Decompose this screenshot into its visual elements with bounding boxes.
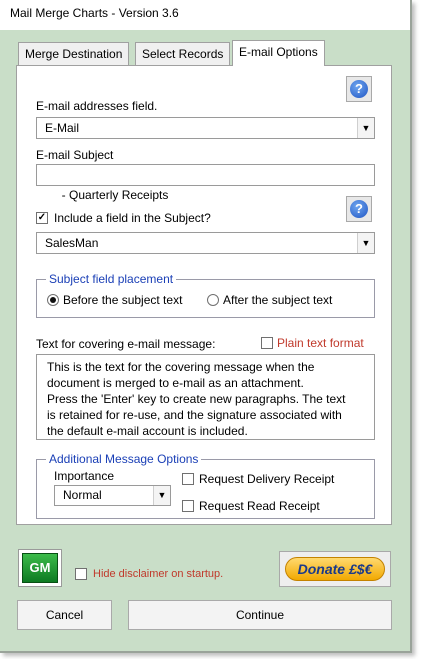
donate-button[interactable]: Donate £$€ [279,551,391,587]
cancel-button[interactable]: Cancel [17,600,112,630]
plain-text-checkbox[interactable] [261,337,273,349]
plain-text-label: Plain text format [277,336,364,350]
subject-placement-legend: Subject field placement [46,272,177,286]
read-receipt-label: Request Read Receipt [199,499,320,513]
additional-options-legend: Additional Message Options [46,452,202,466]
radio-after-subject[interactable] [207,294,219,306]
radio-after-label: After the subject text [223,293,333,307]
tab-email-options[interactable]: E-mail Options [232,40,325,66]
tab-merge-destination[interactable]: Merge Destination [18,42,130,66]
hide-disclaimer-checkbox[interactable] [75,568,87,580]
gm-logo: GM [22,553,58,583]
delivery-receipt-label: Request Delivery Receipt [199,472,335,486]
donate-label: Donate £$€ [285,557,385,581]
delivery-receipt-checkbox[interactable] [182,473,194,485]
dialog-window: Mail Merge Charts - Version 3.6 Merge De… [0,0,412,653]
tab-select-records[interactable]: Select Records [135,42,231,66]
title-bar[interactable]: Mail Merge Charts - Version 3.6 [0,0,410,30]
radio-before-subject[interactable] [47,294,59,306]
email-field-select[interactable]: E-Mail ▼ [36,117,375,139]
importance-select[interactable]: Normal ▼ [54,485,171,506]
subject-label: E-mail Subject [36,148,114,162]
subject-field-select[interactable]: SalesMan ▼ [36,232,375,254]
message-line: is retained for re-use, and the signatur… [47,408,342,422]
include-field-checkbox[interactable]: ✓ [36,212,48,224]
chevron-down-icon[interactable]: ▼ [153,486,170,505]
include-field-label: Include a field in the Subject? [54,211,211,225]
read-receipt-checkbox[interactable] [182,500,194,512]
window-title: Mail Merge Charts - Version 3.6 [10,6,179,20]
continue-button[interactable]: Continue [128,600,392,630]
radio-before-label: Before the subject text [63,293,183,307]
message-line: Press the 'Enter' key to create new para… [47,392,346,406]
message-textarea[interactable]: This is the text for the covering messag… [36,354,375,440]
help-icon: ? [350,200,368,218]
message-label: Text for covering e-mail message: [36,337,216,351]
chevron-down-icon[interactable]: ▼ [357,233,374,253]
hide-disclaimer-label: Hide disclaimer on startup. [93,568,224,580]
message-line: document is merged to e-mail as an attac… [47,376,304,390]
message-line: the default e-mail account is included. [47,424,248,438]
email-field-label: E-mail addresses field. [36,99,158,113]
help-button-email[interactable]: ? [346,76,372,102]
help-button-subject-field[interactable]: ? [346,196,372,222]
message-line: This is the text for the covering messag… [47,360,315,374]
gm-logo-button[interactable]: GM [18,549,62,587]
subject-input[interactable]: - Quarterly Receipts [36,164,375,202]
help-icon: ? [350,80,368,98]
chevron-down-icon[interactable]: ▼ [357,118,374,138]
importance-label: Importance [54,469,115,483]
